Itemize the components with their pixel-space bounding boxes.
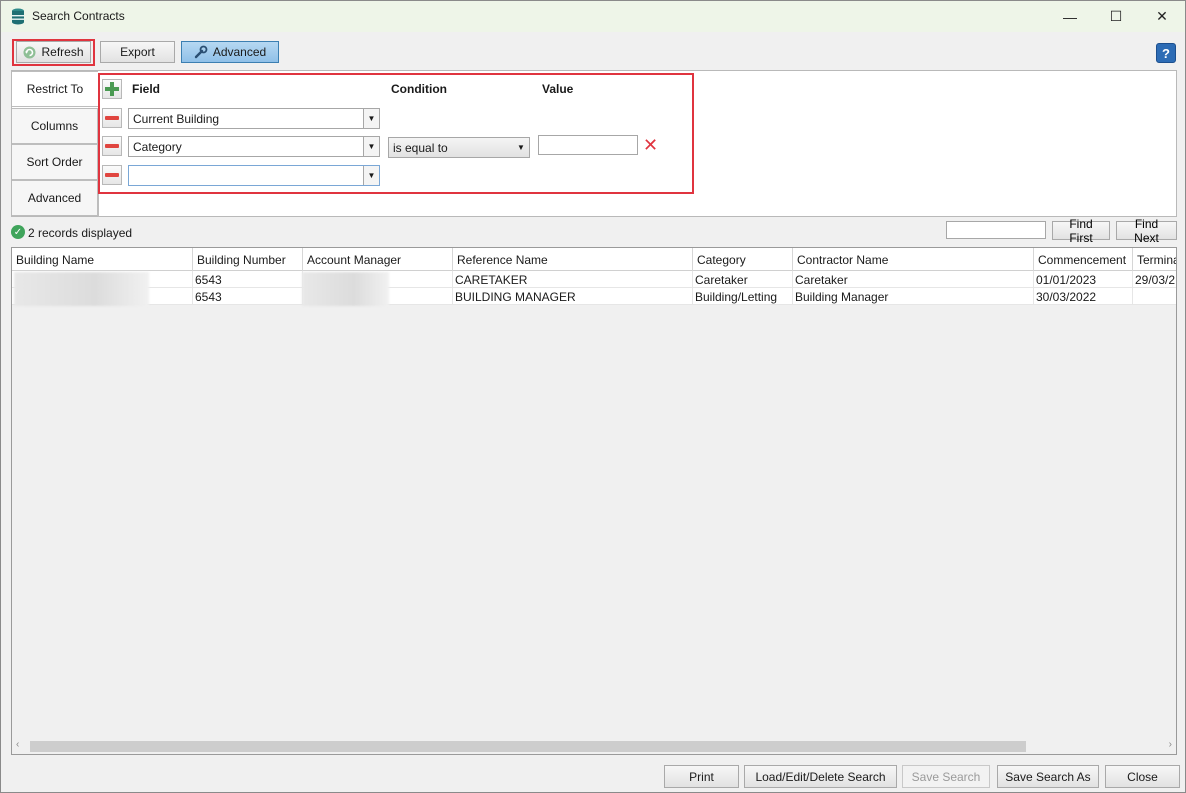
load-edit-delete-search-button[interactable]: Load/Edit/Delete Search	[744, 765, 897, 788]
print-button[interactable]: Print	[664, 765, 739, 788]
scrollbar-thumb[interactable]	[30, 741, 1026, 752]
chevron-down-icon[interactable]: ▼	[363, 109, 379, 128]
find-input[interactable]	[946, 221, 1046, 239]
col-contractor-name[interactable]: Contractor Name	[793, 248, 1034, 271]
cell-commencement: 01/01/2023	[1034, 271, 1133, 288]
export-button[interactable]: Export	[100, 41, 175, 63]
field-select-2[interactable]: Category ▼	[128, 136, 380, 157]
cell-category: Building/Letting	[693, 288, 793, 305]
maximize-button[interactable]: ☐	[1093, 1, 1139, 32]
plus-icon	[105, 82, 119, 96]
redacted-account-manager	[302, 272, 389, 306]
minimize-button[interactable]: —	[1047, 1, 1093, 32]
value-header: Value	[542, 82, 574, 96]
table-row[interactable]: 6543 CARETAKER Caretaker Caretaker 01/01…	[12, 271, 1176, 288]
wrench-icon	[194, 45, 208, 59]
advanced-label: Advanced	[212, 45, 267, 59]
minus-icon	[105, 173, 119, 177]
close-x-icon[interactable]: ✕	[643, 136, 658, 154]
remove-rule-2-button[interactable]	[102, 136, 122, 156]
cell-contractor-name: Building Manager	[793, 288, 1034, 305]
cell-reference-name: BUILDING MANAGER	[453, 288, 693, 305]
minus-icon	[105, 144, 119, 148]
value-input-2[interactable]	[538, 135, 638, 155]
close-button[interactable]: Close	[1105, 765, 1180, 788]
save-search-as-button[interactable]: Save Search As	[997, 765, 1099, 788]
chevron-down-icon[interactable]: ▼	[363, 166, 379, 185]
cell-building-number: 6543	[193, 271, 303, 288]
condition-select-2-value: is equal to	[393, 140, 448, 155]
minus-icon	[105, 116, 119, 120]
advanced-button[interactable]: Advanced	[181, 41, 279, 63]
save-search-button[interactable]: Save Search	[902, 765, 990, 788]
chevron-down-icon[interactable]: ▼	[363, 137, 379, 156]
condition-header: Condition	[391, 82, 447, 96]
toolbar: Refresh Export Advanced	[1, 32, 1185, 69]
condition-select-2[interactable]: is equal to ▼	[388, 137, 530, 158]
col-termination[interactable]: Termina	[1133, 248, 1176, 271]
col-category[interactable]: Category	[693, 248, 793, 271]
chevron-right-icon[interactable]: ›	[1169, 739, 1172, 750]
window-title: Search Contracts	[32, 9, 125, 23]
col-reference-name[interactable]: Reference Name	[453, 248, 693, 271]
find-first-button[interactable]: Find First	[1052, 217, 1110, 245]
results-grid: Building Name Building Number Account Ma…	[11, 247, 1177, 755]
field-select-3[interactable]: ▼	[128, 165, 380, 186]
find-next-button[interactable]: Find Next	[1116, 217, 1177, 245]
add-rule-button[interactable]	[102, 79, 122, 99]
col-account-manager[interactable]: Account Manager	[303, 248, 453, 271]
cell-reference-name: CARETAKER	[453, 271, 693, 288]
field-select-2-value: Category	[133, 139, 182, 154]
close-window-button[interactable]: ✕	[1139, 1, 1185, 32]
redacted-building-name	[14, 272, 149, 306]
remove-rule-1-button[interactable]	[102, 108, 122, 128]
chevron-left-icon[interactable]: ‹	[16, 739, 19, 750]
help-icon[interactable]: ?	[1156, 43, 1176, 63]
database-icon	[12, 8, 24, 25]
tab-columns[interactable]: Columns	[12, 108, 98, 144]
cell-termination	[1133, 288, 1176, 305]
title-bar: Search Contracts — ☐ ✕	[1, 1, 1185, 32]
check-circle-icon: ✓	[11, 225, 25, 239]
col-building-number[interactable]: Building Number	[193, 248, 303, 271]
cell-building-number: 6543	[193, 288, 303, 305]
records-status: 2 records displayed	[28, 226, 133, 240]
remove-rule-3-button[interactable]	[102, 165, 122, 185]
table-row[interactable]: 6543 BUILDING MANAGER Building/Letting B…	[12, 288, 1176, 305]
horizontal-scrollbar[interactable]: ‹ ›	[12, 738, 1176, 754]
col-commencement[interactable]: Commencement	[1034, 248, 1133, 271]
field-header: Field	[132, 82, 161, 96]
refresh-highlight	[12, 39, 95, 66]
cell-termination: 29/03/2	[1135, 272, 1176, 287]
tab-advanced[interactable]: Advanced	[12, 180, 98, 216]
search-contracts-window: Search Contracts — ☐ ✕ Refresh Export Ad…	[0, 0, 1186, 793]
cell-category: Caretaker	[693, 271, 793, 288]
grid-header: Building Name Building Number Account Ma…	[12, 248, 1176, 271]
tab-sort-order[interactable]: Sort Order	[12, 144, 98, 180]
tab-restrict-to[interactable]: Restrict To	[12, 71, 98, 107]
cell-contractor-name: Caretaker	[793, 271, 1034, 288]
field-select-1-value: Current Building	[133, 111, 220, 126]
col-building-name[interactable]: Building Name	[12, 248, 193, 271]
field-select-1[interactable]: Current Building ▼	[128, 108, 380, 129]
chevron-down-icon[interactable]: ▼	[513, 138, 529, 157]
cell-commencement: 30/03/2022	[1034, 288, 1133, 305]
